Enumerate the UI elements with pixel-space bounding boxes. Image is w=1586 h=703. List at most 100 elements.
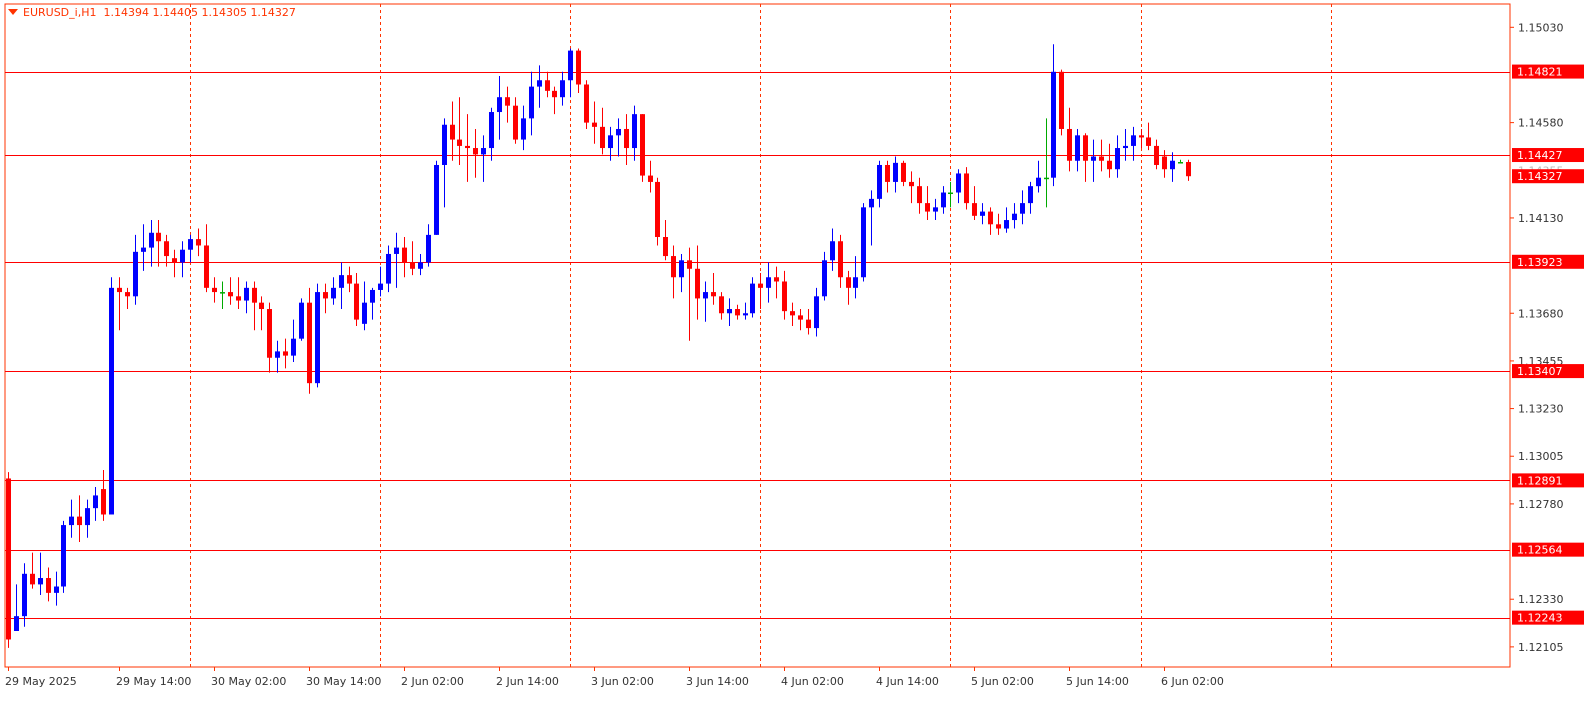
candle-body: [481, 148, 486, 155]
price-tick-label: 1.12105: [1518, 641, 1564, 654]
candle-body: [307, 302, 312, 384]
candle-body: [212, 287, 217, 293]
candle-body: [109, 287, 114, 515]
candle-body: [592, 122, 597, 127]
candle-body: [141, 247, 146, 252]
candle-body: [901, 162, 906, 182]
candle-body: [46, 578, 51, 593]
price-tick-label: 1.12330: [1518, 593, 1564, 606]
candle-body: [54, 586, 59, 593]
candle-body: [560, 80, 565, 98]
candle-body: [1154, 145, 1159, 165]
candle-body: [465, 145, 470, 149]
candle-body: [640, 114, 645, 176]
time-tick-label: 3 Jun 02:00: [591, 675, 654, 688]
candle-body: [1004, 220, 1009, 229]
candle-body: [117, 287, 122, 293]
candle-body: [616, 128, 621, 136]
price-tick-label: 1.13680: [1518, 307, 1564, 320]
price-tick-label: 1.13005: [1518, 450, 1564, 463]
candle-body: [1067, 128, 1072, 161]
candle-body: [1012, 213, 1017, 221]
time-tick-label: 5 Jun 02:00: [971, 675, 1034, 688]
level-price-label: 1.13407: [1517, 365, 1563, 378]
candle-body: [568, 50, 573, 81]
candle-body: [101, 489, 106, 515]
candle-body: [164, 241, 169, 257]
candle-body: [782, 281, 787, 312]
candle-body: [1170, 160, 1175, 170]
candle-body: [1036, 177, 1041, 187]
candle-body: [315, 292, 320, 384]
candle-body: [877, 164, 882, 199]
level-price-label: 1.13923: [1517, 256, 1563, 269]
candle-body: [275, 351, 280, 358]
candle-body: [6, 478, 11, 640]
current-price-label: 1.14327: [1517, 170, 1563, 183]
candle-body: [703, 292, 708, 299]
candle-body: [909, 181, 914, 187]
time-tick-label: 5 Jun 14:00: [1066, 675, 1129, 688]
candle-body: [473, 148, 478, 155]
candle-body: [1123, 145, 1128, 149]
candle-body: [663, 237, 668, 257]
candle-body: [529, 86, 534, 119]
candle-body: [244, 287, 249, 301]
candle-body: [61, 525, 66, 587]
candle-body: [196, 239, 201, 246]
candle-body: [853, 277, 858, 288]
candle-body: [299, 302, 304, 339]
candle-body: [1131, 135, 1136, 146]
candle-body: [22, 573, 27, 617]
candle-body: [885, 164, 890, 182]
candle-body: [1186, 162, 1191, 177]
grid-layer: [4, 3, 1511, 668]
candle-body: [624, 128, 629, 149]
candle-body: [1115, 148, 1120, 170]
price-chart[interactable]: 1.15030 1.14580 1.14130 1.13680 1.13455 1.132…: [0, 0, 1586, 703]
candle-body: [552, 90, 557, 98]
candle-body: [972, 203, 977, 216]
candle-body: [980, 211, 985, 216]
price-tick-label: 1.12780: [1518, 498, 1564, 511]
time-tick-label: 4 Jun 14:00: [876, 675, 939, 688]
candle-body: [727, 309, 732, 314]
level-price-label: 1.12564: [1517, 544, 1563, 557]
time-tick-label: 3 Jun 14:00: [686, 675, 749, 688]
candle-body: [1139, 135, 1144, 138]
candle-body: [362, 302, 367, 324]
candle-body: [671, 256, 676, 278]
candle-body: [1020, 203, 1025, 214]
candle-body: [69, 516, 74, 526]
candle-body: [964, 173, 969, 204]
candle-body: [1051, 71, 1056, 178]
ohlc-readout: 1.14394 1.14405 1.14305 1.14327: [103, 6, 296, 19]
candle-body: [695, 268, 700, 299]
candle-body: [869, 198, 874, 208]
candle-body: [426, 234, 431, 263]
candle-body: [489, 112, 494, 149]
candle-body: [830, 241, 835, 261]
candle-body: [386, 253, 391, 284]
candle-body: [941, 192, 946, 208]
time-tick-label: 30 May 14:00: [306, 675, 381, 688]
collapse-triangle-icon[interactable]: [8, 9, 18, 15]
level-price-label: 1.12243: [1517, 612, 1563, 625]
chart-canvas[interactable]: 1.150301.145801.141301.136801.134551.132…: [0, 0, 1586, 703]
candle-body: [497, 97, 502, 113]
candle-body: [655, 181, 660, 238]
time-tick-label: 29 May 2025: [5, 675, 77, 688]
candle-body: [149, 232, 154, 248]
candle-body: [1099, 156, 1104, 161]
candle-body: [719, 296, 724, 314]
candle-body: [125, 292, 130, 297]
candle-body: [917, 186, 922, 204]
candle-body: [545, 80, 550, 91]
candle-body: [1178, 162, 1183, 164]
candle-body: [283, 351, 288, 356]
candle-body: [418, 262, 423, 269]
candle-body: [14, 616, 19, 631]
candle-body: [521, 118, 526, 140]
candle-body: [956, 173, 961, 193]
candle-body: [996, 224, 1001, 229]
